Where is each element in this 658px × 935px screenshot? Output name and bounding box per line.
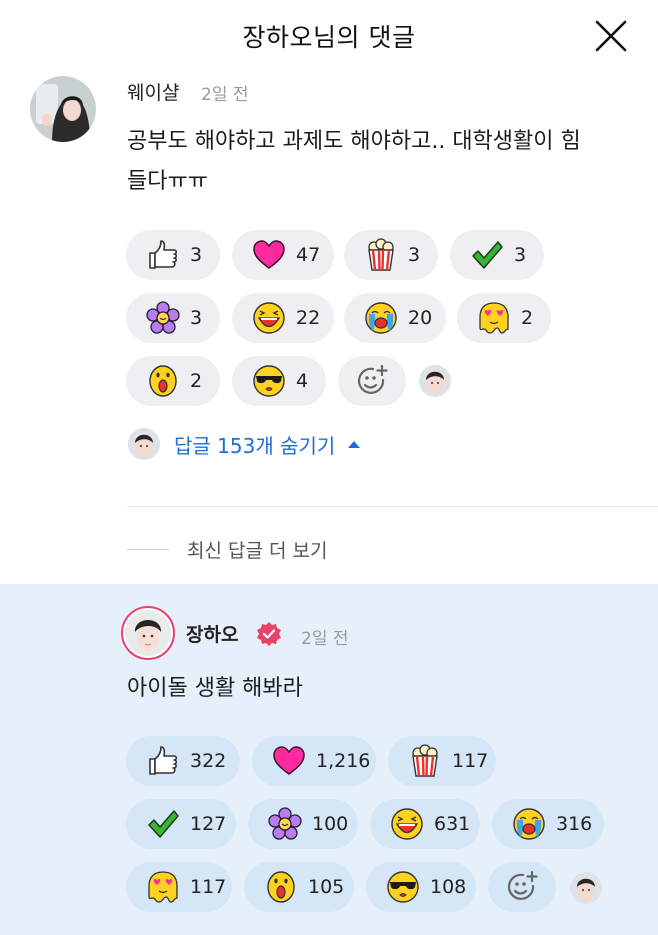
reaction-count: 322 <box>190 750 227 772</box>
flower-icon <box>268 807 302 840</box>
shocked-face-icon <box>149 365 177 397</box>
reaction-count: 100 <box>312 813 349 835</box>
check-icon <box>148 810 179 838</box>
avatar <box>419 365 451 397</box>
reaction-count: 117 <box>452 750 489 772</box>
crying-face-icon <box>513 808 545 840</box>
reaction-count: 20 <box>408 307 433 329</box>
divider <box>127 506 658 507</box>
add-emoji-icon <box>507 870 538 900</box>
reaction-chip[interactable]: 127 <box>126 799 236 849</box>
reaction-count: 47 <box>296 244 321 266</box>
reaction-chip[interactable]: 20 <box>344 293 446 343</box>
page-title: 장하오님의 댓글 <box>242 23 416 52</box>
comment-text-line: 공부도 해야하고 과제도 해야하고.. 대학생활이 힘 <box>127 129 581 154</box>
avatar[interactable] <box>121 606 175 660</box>
reply-author[interactable]: 장하오 <box>186 620 238 647</box>
reaction-chip[interactable]: 22 <box>232 293 334 343</box>
reaction-chip[interactable]: 631 <box>370 799 480 849</box>
avatar[interactable] <box>30 76 96 142</box>
reaction-chip[interactable]: 322 <box>126 736 240 786</box>
divider-line <box>127 549 169 550</box>
reaction-chip[interactable]: 3 <box>344 230 438 280</box>
reaction-count: 3 <box>190 244 203 266</box>
reaction-chip[interactable]: 3 <box>450 230 544 280</box>
shocked-face-icon <box>267 871 295 903</box>
close-icon[interactable] <box>594 19 628 53</box>
reaction-chip[interactable]: 100 <box>248 799 358 849</box>
thumbs-up-icon <box>149 240 178 269</box>
reaction-chip[interactable]: 117 <box>388 736 496 786</box>
laughing-face-icon <box>391 808 423 840</box>
sunglasses-face-icon <box>387 871 419 903</box>
hide-replies-label: 답글 153개 숨기기 <box>174 433 336 458</box>
reaction-count: 1,216 <box>316 750 371 772</box>
reply-text: 아이돌 생활 해봐라 <box>127 676 303 701</box>
reaction-chip[interactable]: 2 <box>126 356 220 406</box>
heart-eyes-melting-icon <box>148 871 178 903</box>
sunglasses-face-icon <box>253 365 285 397</box>
reaction-count: 2 <box>521 307 534 329</box>
reaction-count: 631 <box>434 813 471 835</box>
reaction-chip[interactable]: 2 <box>457 293 551 343</box>
crying-face-icon <box>365 302 397 334</box>
add-reaction-button[interactable] <box>488 862 556 912</box>
reaction-chip[interactable]: 3 <box>126 293 220 343</box>
reaction-count: 316 <box>556 813 593 835</box>
avatar <box>570 872 602 904</box>
reaction-count: 3 <box>408 244 421 266</box>
reaction-chip[interactable]: 316 <box>492 799 604 849</box>
reaction-count: 4 <box>296 370 309 392</box>
reaction-chip[interactable]: 47 <box>232 230 334 280</box>
flower-icon <box>146 301 180 334</box>
reply-time: 2일 전 <box>301 629 349 649</box>
comment-text: 공부도 해야하고 과제도 해야하고.. 대학생활이 힘 들다ㅠㅠ <box>127 122 647 202</box>
reaction-count: 3 <box>190 307 203 329</box>
reaction-chip[interactable]: 1,216 <box>252 736 376 786</box>
reaction-chip[interactable]: 105 <box>244 862 354 912</box>
reaction-count: 2 <box>190 370 203 392</box>
load-more-replies-label: 최신 답글 더 보기 <box>187 540 328 562</box>
add-reaction-button[interactable] <box>338 356 406 406</box>
caret-up-icon <box>348 441 361 448</box>
hide-replies-button[interactable]: 답글 153개 숨기기 <box>128 428 361 460</box>
verified-badge-icon <box>257 622 281 646</box>
comment-author[interactable]: 웨이샬 <box>127 78 179 105</box>
reaction-chip[interactable]: 4 <box>232 356 326 406</box>
reaction-count: 22 <box>296 307 321 329</box>
thumbs-up-icon <box>149 746 178 775</box>
check-icon <box>472 241 503 269</box>
reaction-count: 3 <box>514 244 527 266</box>
avatar <box>128 428 160 460</box>
reaction-chip[interactable]: 117 <box>126 862 232 912</box>
reaction-count: 117 <box>190 876 227 898</box>
reaction-chip[interactable]: 108 <box>366 862 476 912</box>
reaction-count: 127 <box>190 813 227 835</box>
heart-icon <box>253 240 285 269</box>
reaction-count: 108 <box>430 876 467 898</box>
header: 장하오님의 댓글 <box>0 0 658 70</box>
reaction-chip[interactable]: 3 <box>126 230 220 280</box>
comment-time: 2일 전 <box>201 85 249 105</box>
add-emoji-icon <box>357 364 388 394</box>
reply-item: 장하오 2일 전 아이돌 생활 해봐라 322 1,216 117 127 10… <box>0 584 658 935</box>
load-more-replies-button[interactable]: 최신 답글 더 보기 <box>127 536 327 563</box>
popcorn-icon <box>412 744 438 777</box>
comment-text-line: 들다ㅠㅠ <box>127 169 208 194</box>
reaction-count: 105 <box>308 876 345 898</box>
heart-eyes-melting-icon <box>479 302 509 334</box>
laughing-face-icon <box>253 302 285 334</box>
heart-icon <box>273 746 305 775</box>
popcorn-icon <box>368 238 394 271</box>
